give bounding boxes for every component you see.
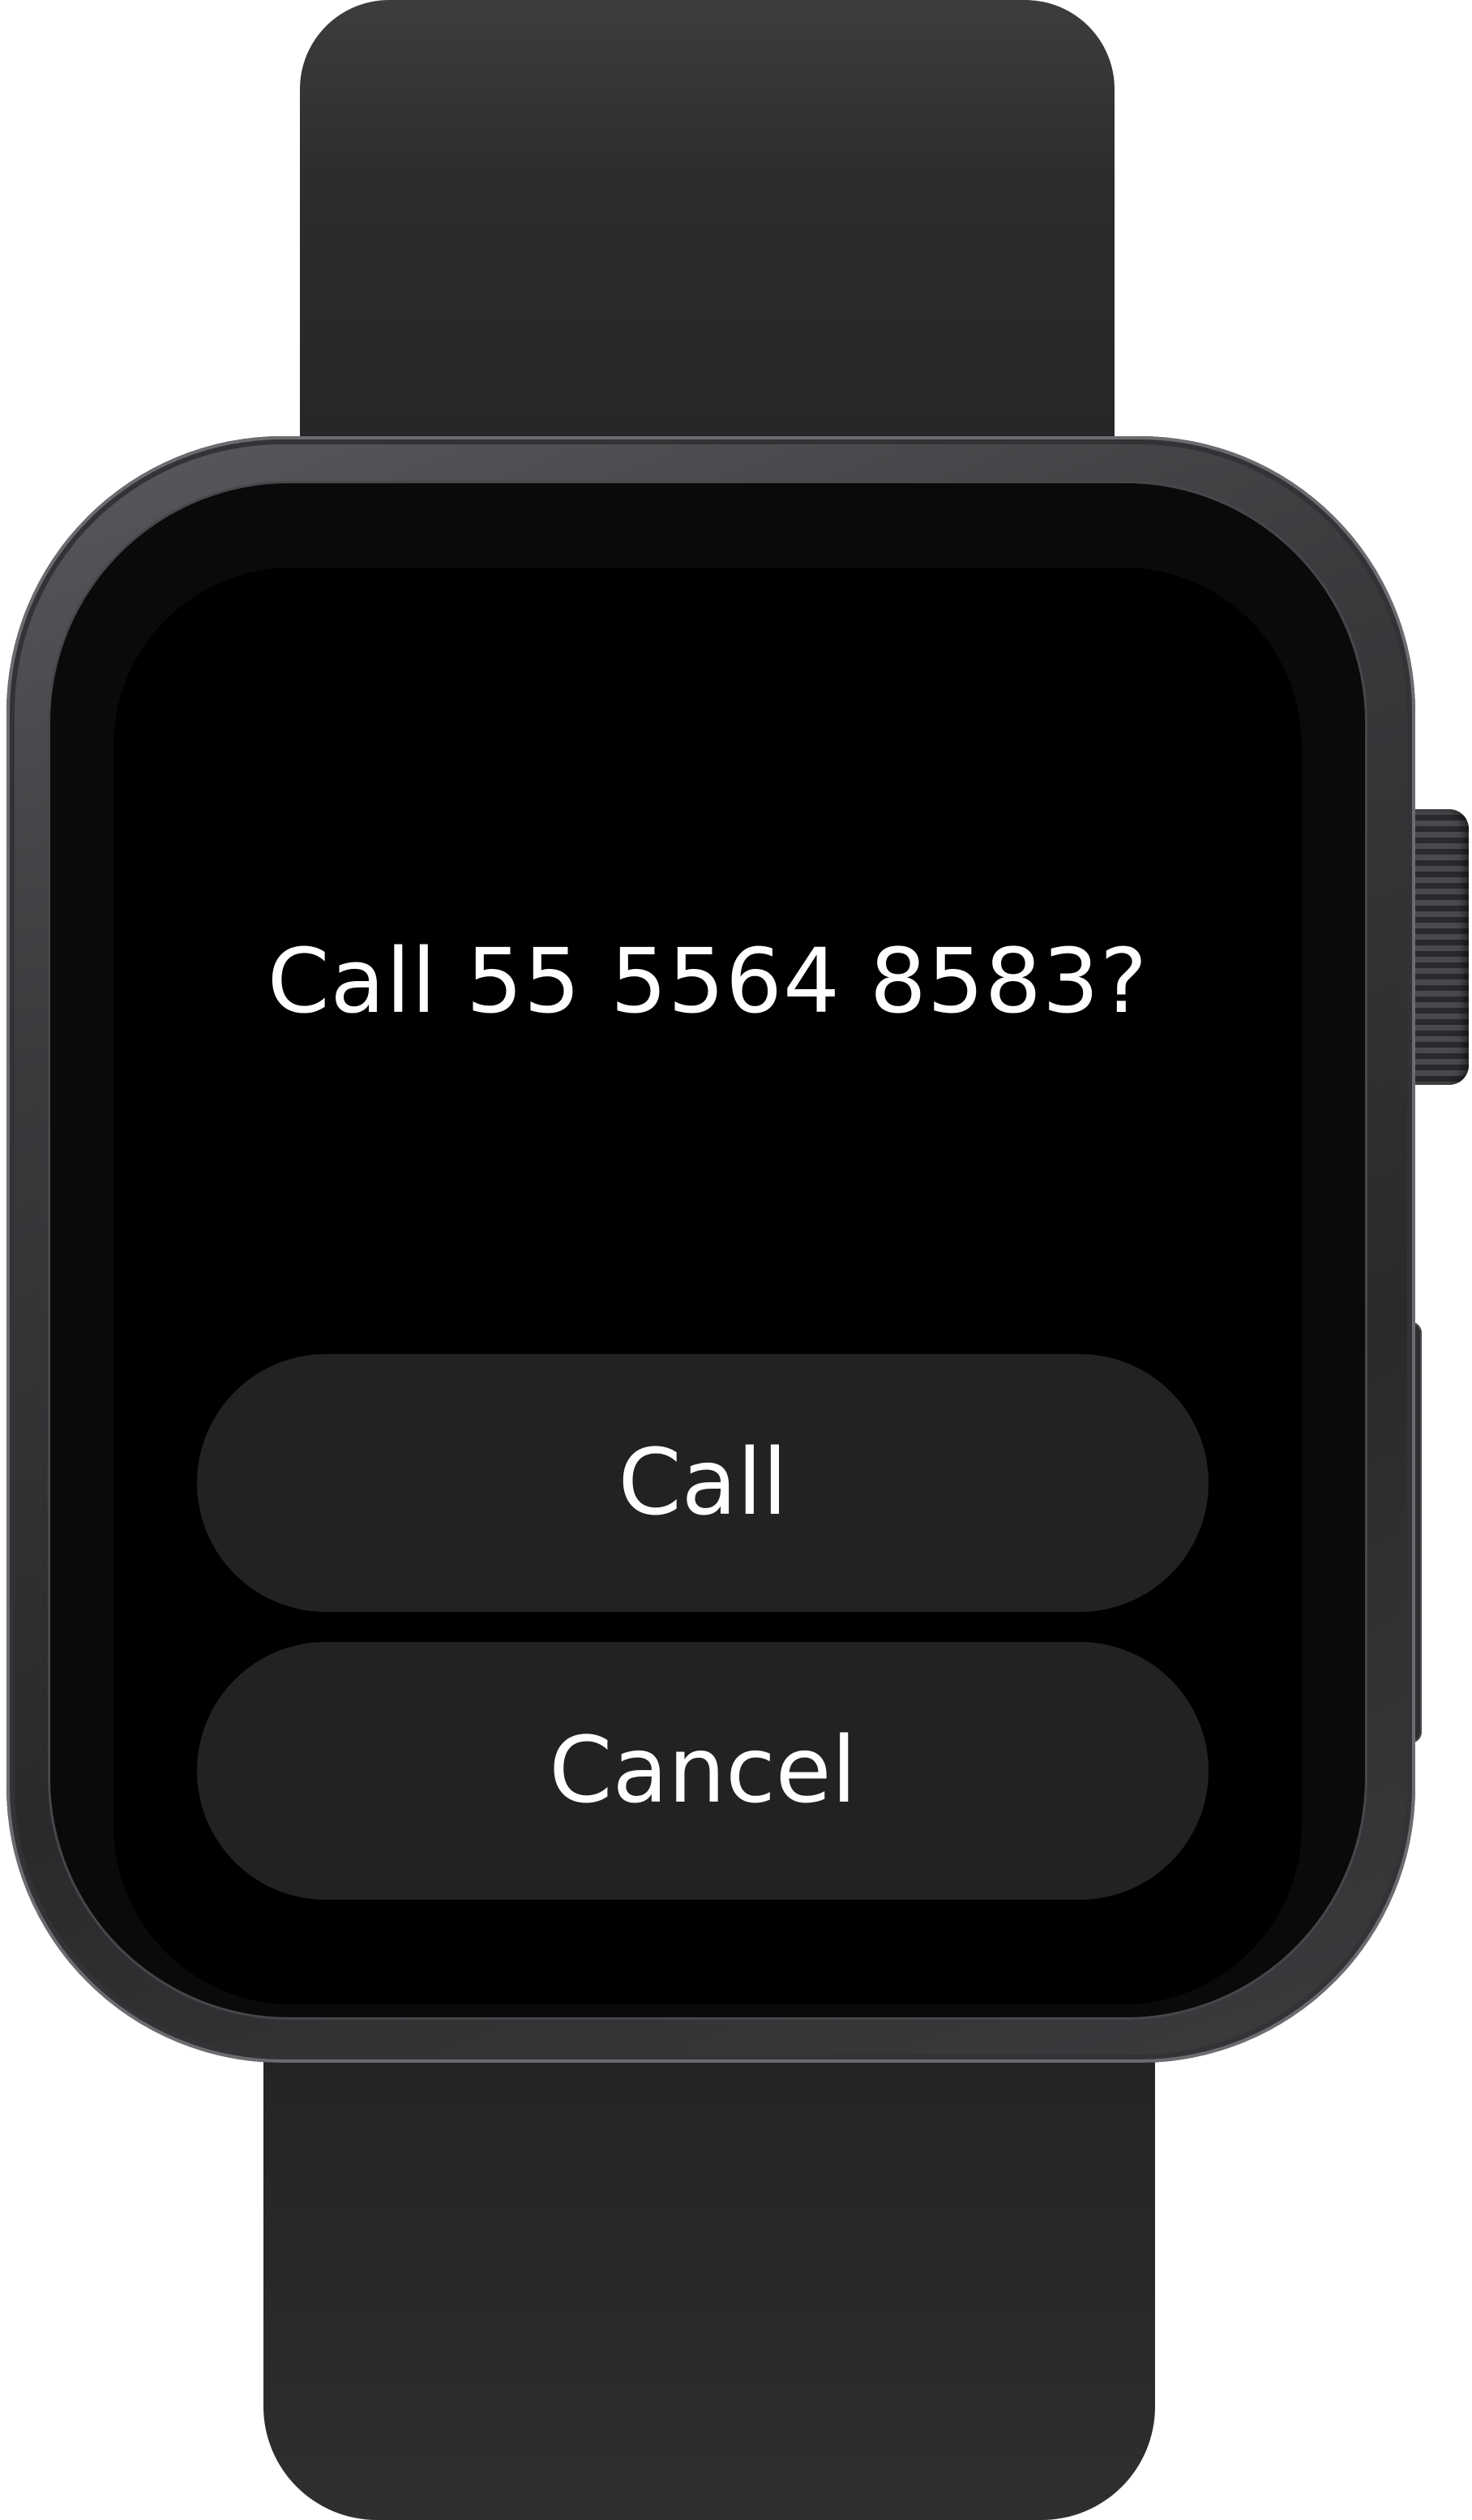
cancel-button[interactable]: Cancel	[197, 1642, 1209, 1900]
watch-band-bottom	[263, 1986, 1155, 2520]
call-button-label: Call	[618, 1430, 788, 1536]
watch-screen: Call 55 5564 8583? Call Cancel	[113, 568, 1302, 2004]
call-button[interactable]: Call	[197, 1354, 1209, 1612]
cancel-button-label: Cancel	[549, 1718, 857, 1824]
watch-device: Call 55 5564 8583? Call Cancel	[0, 0, 1472, 2520]
call-confirmation-prompt: Call 55 5564 8583?	[267, 929, 1149, 1033]
